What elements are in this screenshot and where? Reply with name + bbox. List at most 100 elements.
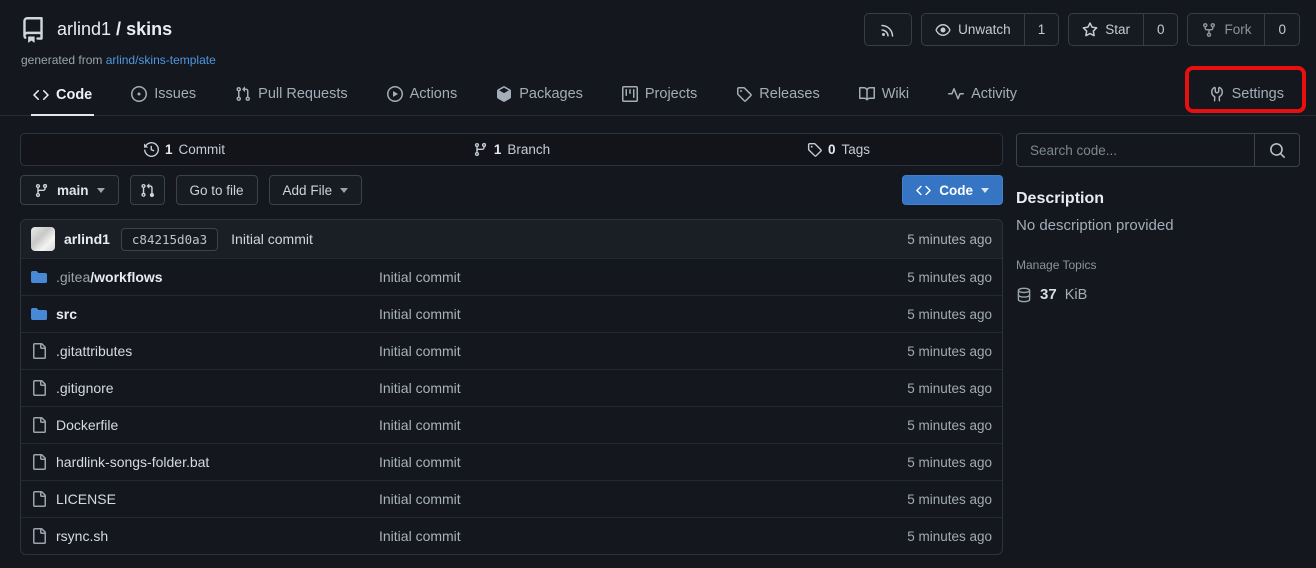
commit-message-link[interactable]: Initial commit [231,231,313,247]
file-icon [31,380,47,396]
repo-sidebar: Description No description provided Mana… [1016,133,1300,555]
tag-label: Tags [841,142,870,157]
forks-count[interactable]: 0 [1264,14,1299,45]
repo-toolbar: main Go to file Add File Code [20,175,1003,205]
file-table: arlind1 c84215d0a3 Initial commit 5 minu… [20,219,1003,555]
row-commit-message-link[interactable]: Initial commit [379,269,907,285]
row-commit-message-link[interactable]: Initial commit [379,454,907,470]
file-name-link[interactable]: Dockerfile [31,417,379,433]
row-commit-message-link[interactable]: Initial commit [379,306,907,322]
file-icon [31,417,47,433]
tag-count: 0 [828,142,836,157]
code-icon [33,87,49,103]
git-compare-icon [140,183,155,198]
compare-button[interactable] [130,175,165,205]
watch-button-group: Unwatch 1 [921,13,1059,46]
page-title: arlind1/skins [57,19,172,40]
tag-icon [807,142,822,157]
tab-activity[interactable]: Activity [946,78,1019,115]
row-commit-message-link[interactable]: Initial commit [379,491,907,507]
tab-code[interactable]: Code [31,79,94,116]
commits-stat[interactable]: 1 Commit [21,142,348,157]
row-commit-message-link[interactable]: Initial commit [379,528,907,544]
code-download-button[interactable]: Code [902,175,1003,205]
code-search [1016,133,1300,167]
star-button-group: Star 0 [1068,13,1178,46]
file-name-link[interactable]: .gitignore [31,380,379,396]
commit-count: 1 [165,142,173,157]
chevron-down-icon [340,188,348,193]
tag-icon [736,86,752,102]
tags-stat[interactable]: 0 Tags [675,142,1002,157]
unwatch-button[interactable]: Unwatch [922,14,1024,45]
tab-settings[interactable]: Settings [1207,78,1286,115]
stars-count[interactable]: 0 [1143,14,1178,45]
fork-button[interactable]: Fork [1188,14,1264,45]
main-content: 1 Commit 1 Branch 0 Tags main [0,116,1316,555]
tab-pull-requests[interactable]: Pull Requests [233,78,349,115]
tab-packages[interactable]: Packages [494,78,585,115]
file-name-link[interactable]: .gitea/workflows [31,269,379,285]
rss-button[interactable] [864,13,912,46]
eye-icon [935,22,951,38]
repo-icon [20,17,46,43]
repo-header: arlind1/skins Unwatch 1 Star 0 Fork [0,0,1316,46]
file-icon [31,528,47,544]
tab-issues[interactable]: Issues [129,78,198,115]
row-commit-time: 5 minutes ago [907,270,992,285]
table-row-dockerfile: Dockerfile Initial commit 5 minutes ago [21,406,1002,443]
avatar[interactable] [31,227,55,251]
rss-icon [880,22,896,38]
chevron-down-icon [981,188,989,193]
tools-icon [1209,86,1225,102]
size-value: 37 [1040,286,1057,303]
fork-icon [1201,22,1217,38]
star-button[interactable]: Star [1069,14,1143,45]
branch-label: Branch [507,142,550,157]
book-icon [859,86,875,102]
row-commit-time: 5 minutes ago [907,381,992,396]
row-commit-time: 5 minutes ago [907,344,992,359]
branch-count: 1 [494,142,502,157]
file-icon [31,454,47,470]
file-icon [31,491,47,507]
file-name-link[interactable]: .gitattributes [31,343,379,359]
file-name-link[interactable]: hardlink-songs-folder.bat [31,454,379,470]
history-icon [144,142,159,157]
repo-name-link[interactable]: skins [126,19,172,39]
tab-projects[interactable]: Projects [620,78,699,115]
search-button[interactable] [1254,133,1300,167]
manage-topics-link[interactable]: Manage Topics [1016,258,1300,272]
folder-icon [31,306,47,322]
add-file-button[interactable]: Add File [269,175,363,205]
branch-selector[interactable]: main [20,175,119,205]
row-commit-message-link[interactable]: Initial commit [379,380,907,396]
generated-from-note: generated from arlind/skins-template [0,46,1316,67]
go-to-file-button[interactable]: Go to file [176,175,258,205]
description-heading: Description [1016,190,1300,208]
search-input[interactable] [1016,133,1254,167]
tab-releases[interactable]: Releases [734,78,821,115]
row-commit-message-link[interactable]: Initial commit [379,417,907,433]
repo-owner-link[interactable]: arlind1 [57,19,111,39]
table-row-gitattributes: .gitattributes Initial commit 5 minutes … [21,332,1002,369]
chevron-down-icon [97,188,105,193]
file-name-link[interactable]: rsync.sh [31,528,379,544]
watchers-count[interactable]: 1 [1024,14,1059,45]
tab-actions[interactable]: Actions [385,78,460,115]
commit-author-link[interactable]: arlind1 [64,231,110,247]
table-row-hardlink-bat: hardlink-songs-folder.bat Initial commit… [21,443,1002,480]
row-commit-message-link[interactable]: Initial commit [379,343,907,359]
project-board-icon [622,86,638,102]
commit-hash-badge[interactable]: c84215d0a3 [121,228,218,251]
branches-stat[interactable]: 1 Branch [348,142,675,157]
tab-wiki[interactable]: Wiki [857,78,911,115]
pulse-icon [948,86,964,102]
file-name-link[interactable]: LICENSE [31,491,379,507]
star-icon [1082,22,1098,38]
file-name-link[interactable]: src [31,306,379,322]
repo-tabbar: Code Issues Pull Requests Actions Packag… [0,78,1316,116]
fork-button-group: Fork 0 [1187,13,1300,46]
template-repo-link[interactable]: arlind/skins-template [106,53,216,67]
row-commit-time: 5 minutes ago [907,492,992,507]
